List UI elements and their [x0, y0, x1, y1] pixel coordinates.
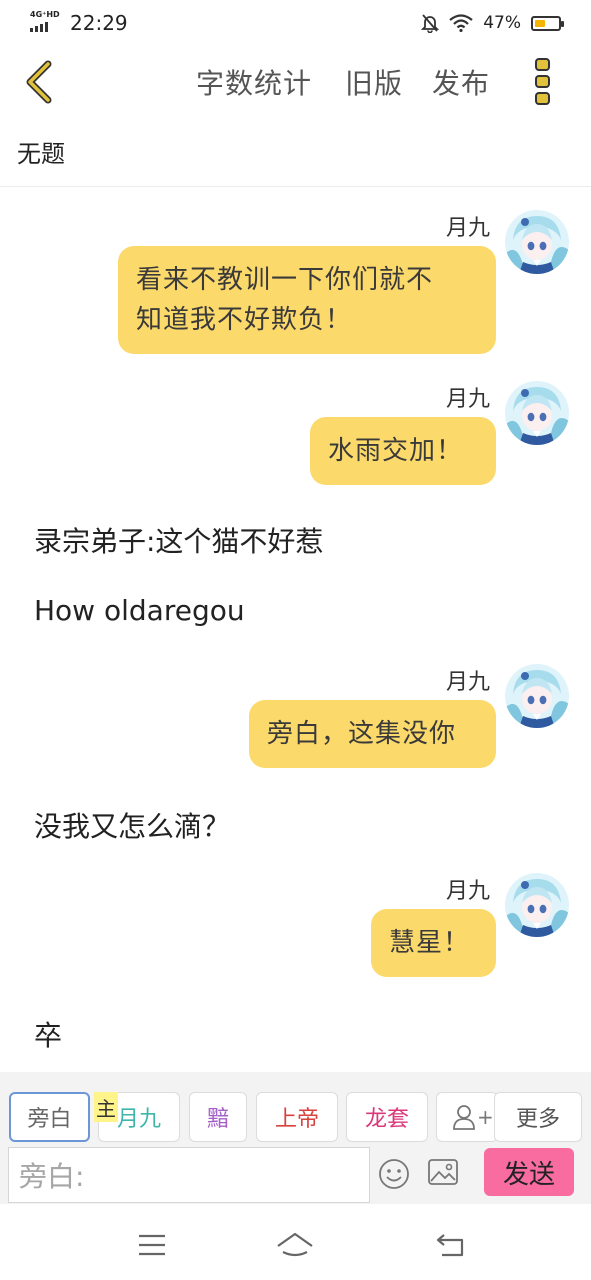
avatar[interactable] — [505, 873, 569, 937]
more-options-icon[interactable] — [530, 56, 556, 108]
role-chip-god[interactable]: 上帝 — [256, 1092, 338, 1142]
network-type-label: 4G⁺HD — [30, 10, 60, 19]
wifi-icon — [449, 14, 473, 32]
role-chip-narrator[interactable]: 旁白 — [9, 1092, 90, 1142]
send-label: 发送 — [502, 1159, 555, 1190]
role-chip-label: 月九 — [116, 1107, 161, 1132]
role-toolbar: 旁白 月九 主 黯 上帝 龙套 + 更多 旁白: 发送 — [0, 1072, 591, 1204]
bubble-text-line: 水雨交加！ — [328, 436, 464, 466]
avatar[interactable] — [505, 664, 569, 728]
narration-line[interactable]: How oldaregou — [34, 594, 245, 627]
narration-line[interactable]: 录宗弟子:这个猫不好惹 — [34, 520, 323, 560]
speaker-name: 月九 — [446, 879, 491, 904]
image-icon[interactable] — [427, 1157, 459, 1187]
more-roles-label: 更多 — [515, 1107, 560, 1132]
role-chip-extra[interactable]: 龙套 — [346, 1092, 428, 1142]
chat-area[interactable]: 月九 看来不教训一下你们就不 知道我不好欺负！ 月九 水雨交加！ 录宗弟子:这个… — [0, 188, 591, 1072]
bubble-text-line: 看来不教训一下你们就不 — [136, 265, 434, 295]
speaker-name: 月九 — [446, 670, 491, 695]
bubble-text-line: 知道我不好欺负！ — [136, 305, 353, 335]
send-button[interactable]: 发送 — [484, 1148, 574, 1196]
bubble-text-line: 慧星！ — [389, 928, 471, 958]
role-chip-label: 龙套 — [364, 1107, 409, 1132]
speaker-name: 月九 — [446, 216, 491, 241]
speaker-name: 月九 — [446, 387, 491, 412]
battery-icon — [531, 15, 564, 31]
emoji-icon[interactable] — [377, 1157, 411, 1191]
status-bar: 4G⁺HD 22:29 47% — [0, 0, 591, 46]
story-title[interactable]: 无题 — [17, 134, 65, 169]
mute-bell-icon — [421, 14, 440, 33]
avatar[interactable] — [505, 210, 569, 274]
role-chip-an[interactable]: 黯 — [189, 1092, 247, 1142]
more-roles-button[interactable]: 更多 — [494, 1092, 582, 1142]
battery-level — [535, 19, 545, 27]
role-chip-label: 旁白 — [27, 1107, 72, 1132]
narration-line[interactable]: 卒 — [34, 1014, 62, 1054]
battery-percent: 47% — [483, 13, 521, 33]
role-chip-label: 上帝 — [274, 1107, 319, 1132]
divider — [0, 186, 591, 187]
clock: 22:29 — [70, 11, 128, 35]
narration-line[interactable]: 没我又怎么滴？ — [34, 805, 230, 845]
home-icon[interactable] — [275, 1230, 315, 1260]
add-role-button[interactable]: + — [436, 1092, 498, 1142]
message-bubble[interactable]: 水雨交加！ — [310, 417, 496, 485]
bubble-text-line: 旁白，这集没你 — [267, 719, 457, 749]
signal-icon: 4G⁺HD — [30, 10, 64, 34]
avatar[interactable] — [505, 381, 569, 445]
menu-icon[interactable] — [132, 1230, 172, 1260]
back-icon[interactable] — [432, 1230, 472, 1260]
publish-button[interactable]: 发布 — [432, 62, 490, 102]
word-count-button[interactable]: 字数统计 — [196, 62, 312, 102]
role-chip-label: 黯 — [206, 1107, 229, 1132]
old-version-button[interactable]: 旧版 — [345, 62, 403, 102]
message-input[interactable]: 旁白: — [8, 1147, 370, 1203]
add-role-plus: + — [477, 1105, 494, 1129]
add-user-icon — [453, 1105, 475, 1130]
system-nav-bar — [0, 1204, 591, 1280]
message-bubble[interactable]: 旁白，这集没你 — [249, 700, 496, 768]
back-arrow-icon[interactable] — [20, 58, 60, 106]
message-bubble[interactable]: 慧星！ — [371, 909, 496, 977]
top-bar: 字数统计 旧版 发布 — [0, 46, 591, 120]
message-bubble[interactable]: 看来不教训一下你们就不 知道我不好欺负！ — [118, 246, 496, 354]
main-role-badge: 主 — [94, 1092, 118, 1122]
message-input-placeholder: 旁白: — [19, 1160, 85, 1193]
